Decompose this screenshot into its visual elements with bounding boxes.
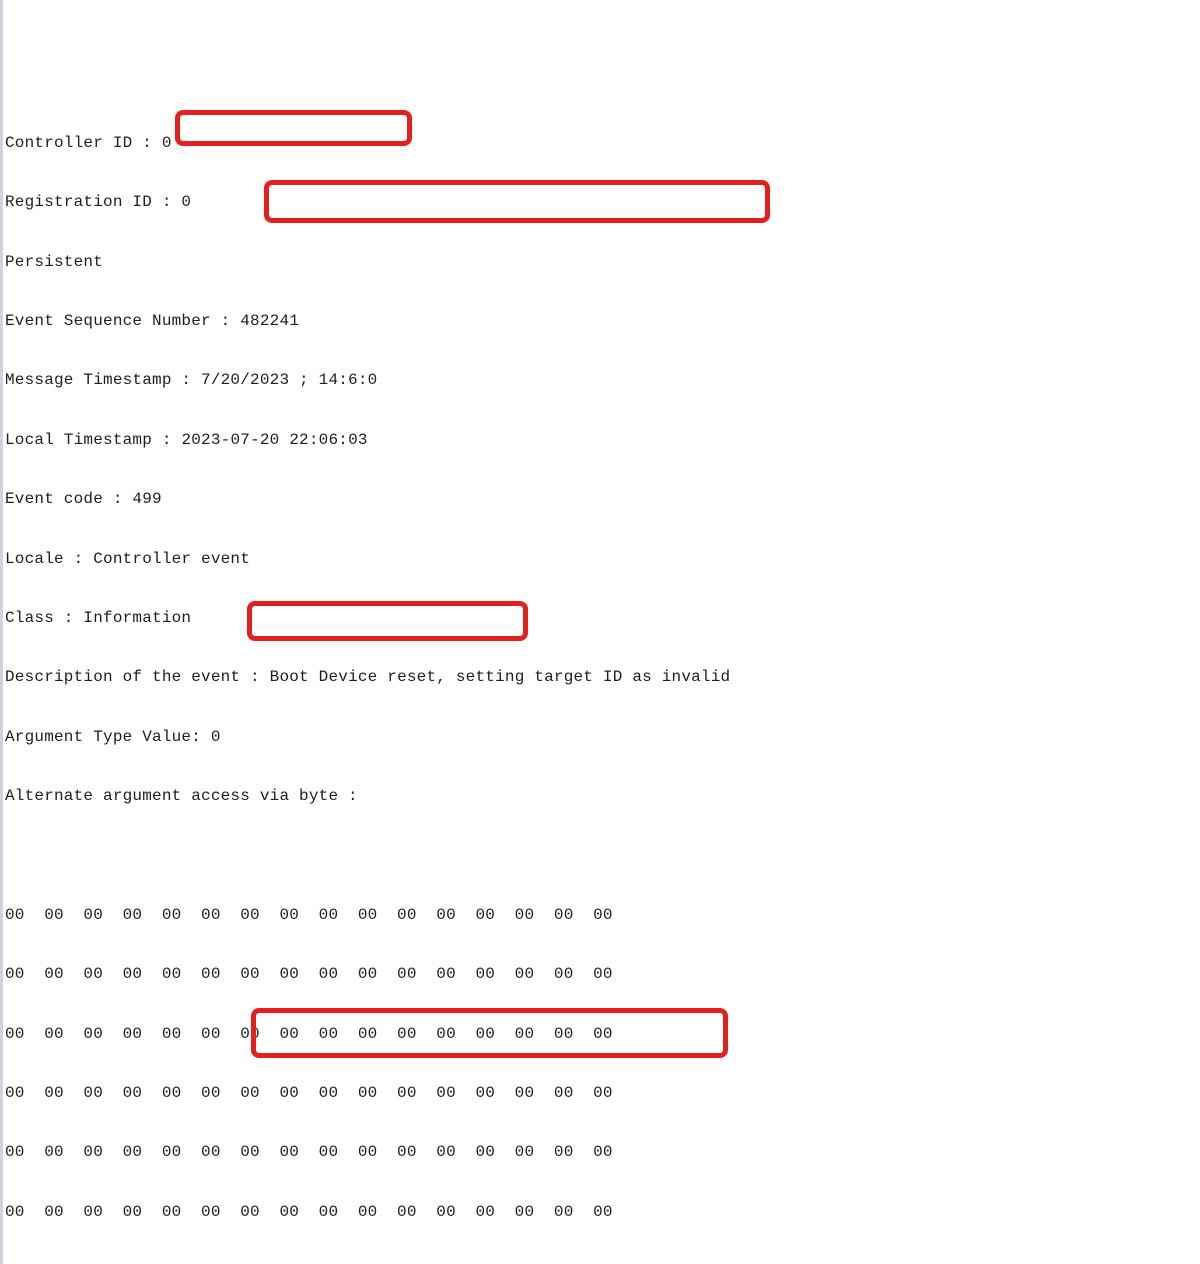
description-label: Description of the event :: [5, 668, 270, 686]
hex-row: 00 00 00 00 00 00 00 00 00 00 00 00 00 0…: [5, 965, 1200, 985]
hex-row: 00 00 00 00 00 00 00 00 00 00 00 00 00 0…: [5, 1084, 1200, 1104]
hex-row: 00 00 00 00 00 00 00 00 00 00 00 00 00 0…: [5, 1025, 1200, 1045]
hex-row: 00 00 00 00 00 00 00 00 00 00 00 00 00 0…: [5, 906, 1200, 926]
locale-line: Locale : Controller event: [5, 550, 1200, 570]
log-viewer: Controller ID : 0 Registration ID : 0 Pe…: [0, 0, 1200, 1264]
event-sequence-line: Event Sequence Number : 482241: [5, 312, 1200, 332]
class-line: Class : Information: [5, 609, 1200, 629]
event-code-line: Event code : 499: [5, 490, 1200, 510]
description-value: Boot Device reset, setting target ID as …: [270, 668, 731, 686]
event-log-text-area[interactable]: Controller ID : 0 Registration ID : 0 Pe…: [0, 0, 1200, 1264]
blank-line: [5, 846, 1200, 866]
persistent-line: Persistent: [5, 253, 1200, 273]
local-timestamp-line: Local Timestamp : 2023-07-20 22:06:03: [5, 431, 1200, 451]
event-block-1: Controller ID : 0 Registration ID : 0 Pe…: [5, 94, 1200, 1264]
alternate-argument-line: Alternate argument access via byte :: [5, 787, 1200, 807]
local-timestamp-label: Local Timestamp :: [5, 431, 181, 449]
controller-id-line: Controller ID : 0: [5, 134, 1200, 154]
hex-row: 00 00 00 00 00 00 00 00 00 00 00 00 00 0…: [5, 1143, 1200, 1163]
message-timestamp-line: Message Timestamp : 7/20/2023 ; 14:6:0: [5, 371, 1200, 391]
local-timestamp-value: 2023-07-20 22:06:03: [181, 431, 367, 449]
registration-id-line: Registration ID : 0: [5, 193, 1200, 213]
hex-row: 00 00 00 00 00 00 00 00 00 00 00 00 00 0…: [5, 1203, 1200, 1223]
description-line: Description of the event : Boot Device r…: [5, 668, 1200, 688]
argument-type-line: Argument Type Value: 0: [5, 728, 1200, 748]
